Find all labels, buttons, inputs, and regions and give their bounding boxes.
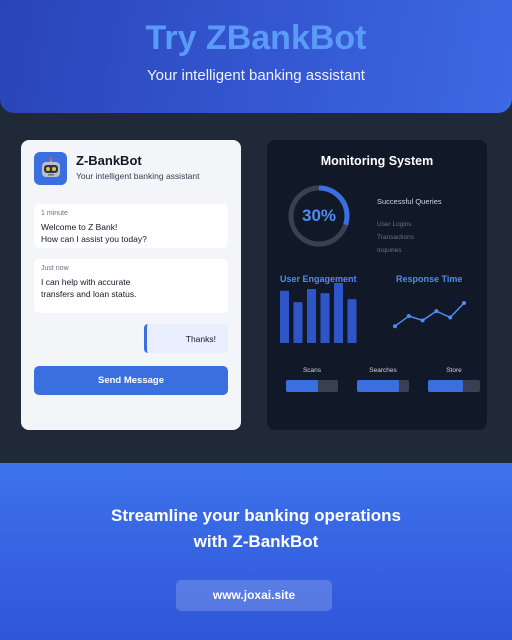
response-point [434,309,439,314]
store-progress-fill [428,380,463,392]
cta-line-2: with Z-BankBot [193,532,319,551]
monitor-title: Monitoring System [320,154,434,168]
bot-name: Z-BankBot [76,153,142,168]
message-text: I can help with accurate transfers and l… [41,277,137,299]
user-message: Thanks! [144,324,228,353]
bot-tagline: Your intelligent banking assistant [76,171,200,181]
page-title: Try ZBankBot [145,19,367,57]
chat-title-block: Z-BankBot Your intelligent banking assis… [76,153,200,185]
ring-value: 30% [301,206,337,225]
searches-label: Searches [369,367,397,374]
engagement-bar [320,293,330,343]
cta-headline: Streamline your banking operations with … [0,503,512,555]
robot-icon [34,152,67,185]
bot-message: Just now I can help with accurate transf… [34,259,228,313]
stat-inquiries: Inquiries [377,247,402,254]
stat-successful-queries: Successful Queries [377,197,442,206]
response-point [448,315,453,320]
bot-message: 1 minute Welcome to Z Bank! How can I as… [34,204,228,248]
message-time: 1 minute [41,210,68,217]
website-link-button[interactable]: www.joxai.site [176,580,332,611]
cta-line-1: Streamline your banking operations [110,506,401,525]
store-label: Store [446,367,462,374]
response-point [393,324,397,329]
chat-header: Z-BankBot Your intelligent banking assis… [34,152,200,185]
response-point [406,314,411,319]
response-line [394,302,465,327]
response-point [462,301,466,305]
response-line-chart [393,301,466,329]
send-message-button[interactable]: Send Message [34,366,228,395]
message-time: Just now [41,265,69,272]
scans-label: Scans [302,367,322,374]
scans-progress-bar [286,380,338,392]
response-time-label: Response Time [396,274,463,284]
stat-user-logins: User Logins [377,221,412,228]
engagement-bar [293,302,303,343]
hero-header: Try ZBankBot Your intelligent banking as… [0,0,512,113]
monitoring-panel: Monitoring System 30% Successful Queries… [267,140,487,430]
stat-transactions: Transactions [377,234,414,241]
engagement-bar [347,299,357,343]
message-text: Welcome to Z Bank! How can I assist you … [41,222,147,244]
searches-progress-fill [357,380,400,392]
store-progress-bar [428,380,480,392]
engagement-bar [307,289,316,343]
cta-footer: Streamline your banking operations with … [0,463,512,640]
engagement-bar [334,283,343,343]
page-subtitle: Your intelligent banking assistant [147,67,365,84]
chat-window: Z-BankBot Your intelligent banking assis… [21,140,241,430]
engagement-bar [280,290,289,343]
searches-progress-bar [357,380,409,392]
response-point [420,318,425,323]
engagement-bar-chart [280,283,357,343]
scans-progress-fill [286,380,319,392]
